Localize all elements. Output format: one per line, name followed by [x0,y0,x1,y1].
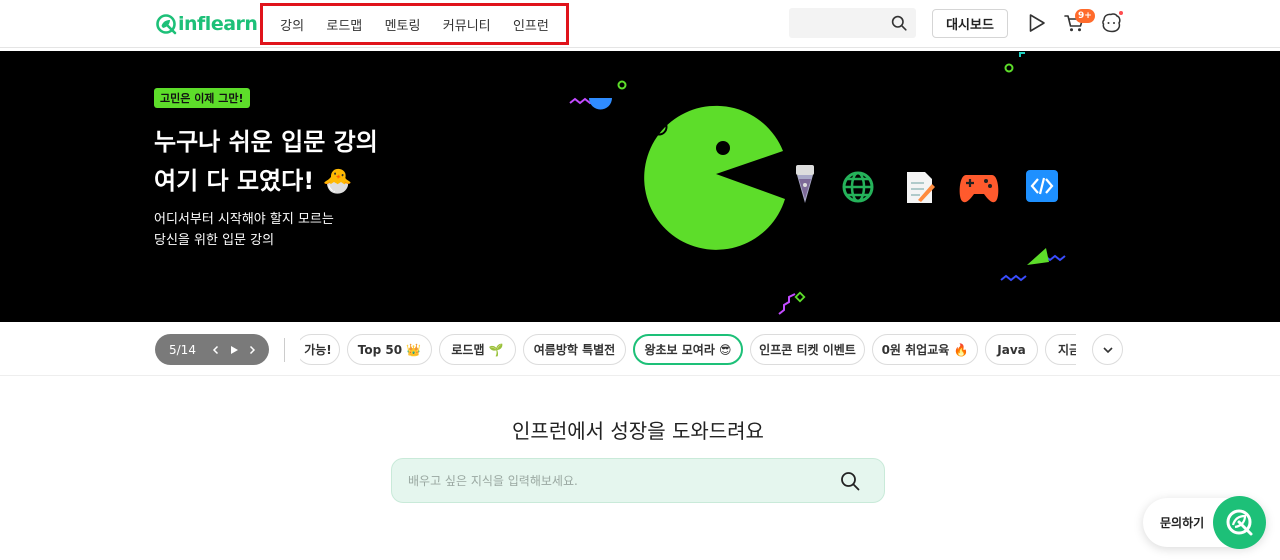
chip-summer-special[interactable]: 여름방학 특별전 [523,334,626,365]
cart-count-badge: 9+ [1075,9,1095,23]
logo-leaf-icon [156,14,177,35]
banner-carousel-controls: 5/14 가능! Top 50 👑 로드맵 🌱 여름방학 특별전 왕초보 모여라… [0,322,1280,376]
inflearn-logo[interactable]: inflearn [155,11,258,37]
help-chat-button[interactable] [1213,496,1266,549]
header-search-input[interactable] [789,8,916,38]
play-icon [231,345,238,354]
chip-roadmap[interactable]: 로드맵 🌱 [439,334,516,365]
chip-top50[interactable]: Top 50 👑 [347,334,432,365]
nav-item-mentoring[interactable]: 멘토링 [385,15,421,34]
play-slide-button[interactable] [225,341,243,359]
carousel-counter: 5/14 [169,342,196,357]
hero-title-line1: 누구나 쉬운 입문 강의 [154,128,378,156]
main-heading: 인프런에서 성장을 도와드려요 [512,419,764,443]
chip-infcon-ticket[interactable]: 인프콘 티켓 이벤트 [750,334,865,365]
logo-text: inflearn [178,13,258,35]
profile-icon[interactable] [1100,12,1122,34]
carousel-pager: 5/14 [155,334,269,365]
hero-title: 누구나 쉬운 입문 강의 여기 다 모였다! 🐣 [154,123,378,201]
divider [284,338,285,362]
memo-icon [907,172,935,203]
dashboard-button[interactable]: 대시보드 [932,9,1008,38]
nav-item-roadmap[interactable]: 로드맵 [326,15,362,34]
chip-java[interactable]: Java [985,334,1038,365]
chip-free-job-education[interactable]: 0원 취업교육 🔥 [872,334,978,365]
gamepad-icon [959,175,999,203]
chip-possible[interactable]: 가능! [300,334,340,365]
banner-chip-list: 가능! Top 50 👑 로드맵 🌱 여름방학 특별전 왕초보 모여라 😎 인프… [300,334,1076,367]
notification-dot [1119,11,1123,15]
chevron-left-icon [212,345,219,354]
next-slide-button[interactable] [243,341,261,359]
help-label[interactable]: 문의하기 [1160,514,1204,531]
chip-beginners[interactable]: 왕초보 모여라 😎 [633,334,743,365]
code-icon [1026,170,1058,202]
prev-slide-button[interactable] [207,341,225,359]
hero-subtitle: 어디서부터 시작해야 할지 모르는 당신을 위한 입문 강의 [154,209,334,251]
nav-item-inflearn[interactable]: 인프런 [513,15,549,34]
hero-badge: 고민은 이제 그만! [154,88,250,108]
globe-icon [842,171,874,203]
main-search-bar[interactable] [391,458,885,503]
hero-subtitle-line2: 당신을 위한 입문 강의 [154,233,275,248]
chip-now[interactable]: 지금 [1045,334,1076,365]
chevron-down-icon [1102,346,1113,353]
chips-expand-button[interactable] [1092,334,1123,365]
hero-title-line2: 여기 다 모였다! 🐣 [154,167,353,195]
hero-subtitle-line1: 어디서부터 시작해야 할지 모르는 [154,212,334,227]
pen-icon [796,165,814,203]
nav-item-community[interactable]: 커뮤니티 [443,15,491,34]
search-icon[interactable] [891,15,907,31]
chat-leaf-icon [1226,509,1252,535]
nav-item-courses[interactable]: 강의 [280,15,304,34]
top-header: inflearn 강의 로드맵 멘토링 커뮤니티 인프런 대시보드 9+ [0,0,1280,48]
chevron-right-icon [249,345,256,354]
hero-banner[interactable]: 고민은 이제 그만! 누구나 쉬운 입문 강의 여기 다 모였다! 🐣 어디서부… [0,51,1280,322]
search-icon[interactable] [840,471,860,491]
main-search-input[interactable] [408,471,818,491]
main-nav: 강의 로드맵 멘토링 커뮤니티 인프런 [260,3,569,45]
play-icon[interactable] [1026,12,1048,34]
